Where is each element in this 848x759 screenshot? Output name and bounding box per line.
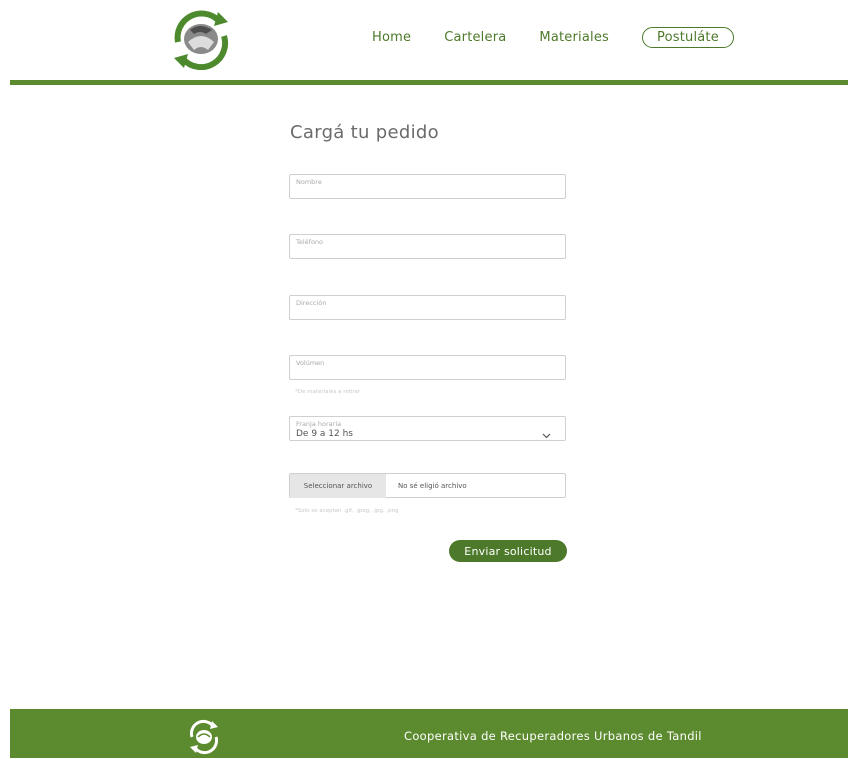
site-header: Home Cartelera Materiales Postuláte [0, 0, 848, 86]
file-input[interactable]: Seleccionar archivo No sé eligió archivo [289, 473, 566, 498]
chevron-down-icon[interactable] [542, 425, 551, 439]
footer-logo-icon [186, 719, 222, 755]
page-title: Cargá tu pedido [290, 122, 439, 143]
franja-horaria-select[interactable]: Franja horaria De 9 a 12 hs [289, 416, 566, 441]
telefono-label: Teléfono [296, 238, 324, 246]
nav-home[interactable]: Home [372, 30, 411, 45]
volumen-label: Volúmen [296, 359, 325, 367]
nav-materiales[interactable]: Materiales [539, 30, 609, 45]
logo-icon[interactable] [166, 8, 236, 71]
footer-text: Cooperativa de Recuperadores Urbanos de … [404, 729, 702, 743]
select-file-button[interactable]: Seleccionar archivo [290, 474, 386, 498]
direccion-field[interactable]: Dirección [289, 295, 566, 320]
volumen-field[interactable]: Volúmen [289, 355, 566, 380]
file-hint: *Solo se aceptan .gif, .jpeg, .jpg, .png [295, 508, 399, 514]
direccion-label: Dirección [296, 299, 327, 307]
telefono-field[interactable]: Teléfono [289, 234, 566, 259]
file-status: No sé eligió archivo [398, 482, 467, 490]
header-divider [10, 80, 848, 85]
franja-value: De 9 a 12 hs [296, 429, 353, 439]
nombre-field[interactable]: Nombre [289, 174, 566, 199]
volumen-hint: *De materiales a retirar [295, 389, 361, 395]
site-footer: Cooperativa de Recuperadores Urbanos de … [10, 709, 848, 758]
main-nav: Home Cartelera Materiales Postuláte [372, 27, 734, 48]
nombre-label: Nombre [296, 178, 322, 186]
franja-label: Franja horaria [296, 420, 342, 428]
nav-postulate-button[interactable]: Postuláte [642, 27, 734, 48]
nav-cartelera[interactable]: Cartelera [444, 30, 506, 45]
submit-button[interactable]: Enviar solicitud [449, 540, 567, 562]
